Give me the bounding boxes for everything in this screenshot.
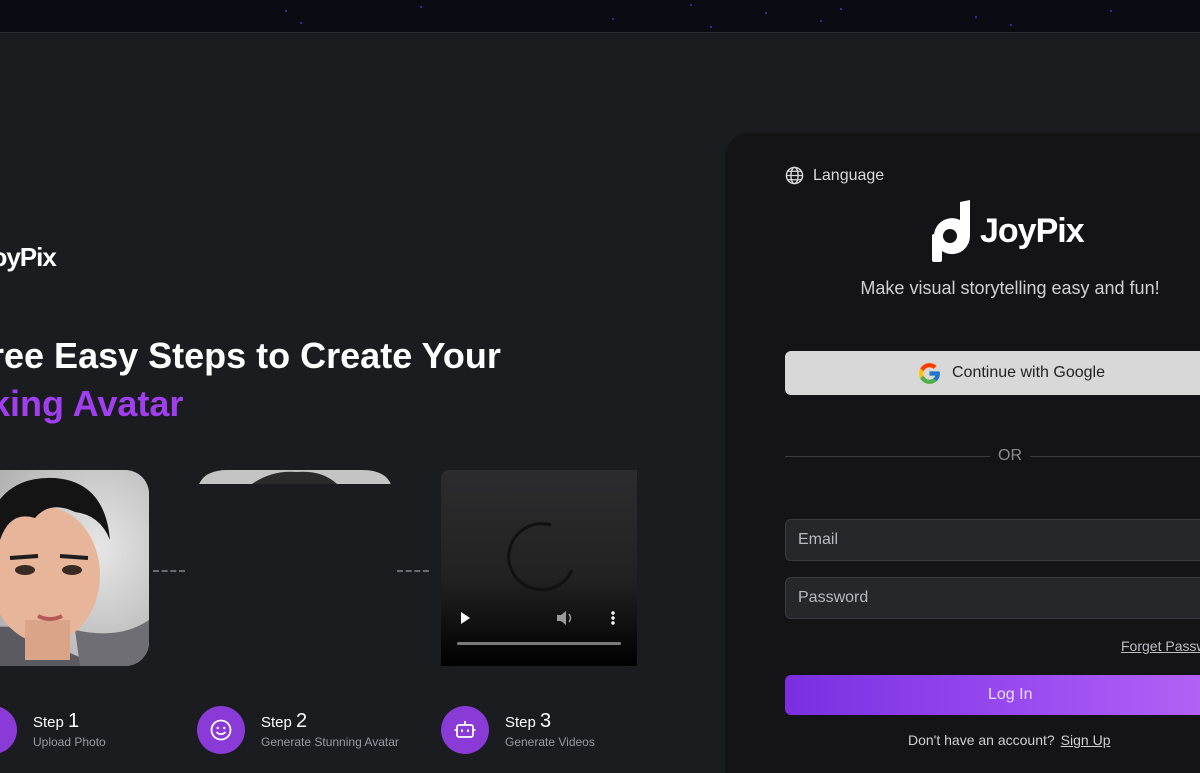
step-1-label: Step (33, 714, 64, 731)
step-2-label: Step (261, 714, 292, 731)
globe-icon (785, 166, 804, 185)
password-field[interactable]: Password (785, 577, 1200, 619)
google-button-label: Continue with Google (952, 364, 1105, 381)
step-2-number: 2 (296, 710, 308, 732)
no-account-text: Don't have an account? (908, 732, 1055, 748)
page-headline: ree Easy Steps to Create Your king Avata… (0, 332, 501, 428)
step-1-description: Upload Photo (33, 735, 106, 749)
uploaded-photo-card (0, 470, 149, 666)
login-button[interactable]: Log In (785, 675, 1200, 715)
headline-line-2: king Avatar (0, 383, 184, 424)
or-divider: OR (785, 446, 1200, 466)
smile-icon (197, 706, 245, 754)
continue-with-google-button[interactable]: Continue with Google (785, 351, 1200, 395)
portrait-image (0, 470, 149, 666)
more-icon[interactable] (611, 611, 615, 625)
top-banner (0, 0, 1200, 33)
upload-icon (0, 706, 17, 754)
joypix-logo: JoyPix (930, 200, 1085, 262)
step-connector-1 (153, 570, 185, 572)
logo-text: JoyPix (980, 211, 1085, 250)
avatar-image-top (197, 470, 393, 484)
video-frame (441, 470, 637, 666)
headline-line-1: ree Easy Steps to Create Your (0, 335, 501, 376)
signup-prompt: Don't have an account? Sign Up (908, 732, 1110, 748)
divider-line-right (1030, 455, 1200, 457)
step-2-description: Generate Stunning Avatar (261, 735, 399, 749)
avatar-preview-card (197, 470, 393, 666)
signup-link[interactable]: Sign Up (1061, 732, 1111, 748)
joypix-logo-mark (932, 200, 971, 262)
language-selector[interactable]: Language (785, 166, 884, 185)
step-3-description: Generate Videos (505, 735, 595, 749)
video-progress-bar[interactable] (457, 642, 621, 645)
step-connector-2 (397, 570, 429, 572)
step-1-number: 1 (68, 710, 80, 732)
google-icon (919, 362, 940, 384)
email-field[interactable]: Email (785, 519, 1200, 561)
tagline: Make visual storytelling easy and fun! (785, 278, 1200, 299)
step-3-number: 3 (540, 710, 552, 732)
language-label: Language (813, 166, 885, 184)
step-3-label: Step (505, 714, 536, 731)
tagline-text: Make visual storytelling easy and fun! (860, 278, 1160, 298)
divider-line-left (785, 455, 990, 457)
brand-logo: JoyPix (0, 242, 57, 272)
forgot-password-link[interactable]: Forget Passw (1121, 638, 1200, 654)
video-player[interactable] (441, 470, 637, 666)
or-label: OR (998, 447, 1022, 464)
step-3: Step 3 Generate Videos (441, 706, 595, 754)
step-2: Step 2 Generate Stunning Avatar (197, 706, 399, 754)
robot-icon (441, 706, 489, 754)
step-1: Step 1 Upload Photo (0, 706, 106, 754)
